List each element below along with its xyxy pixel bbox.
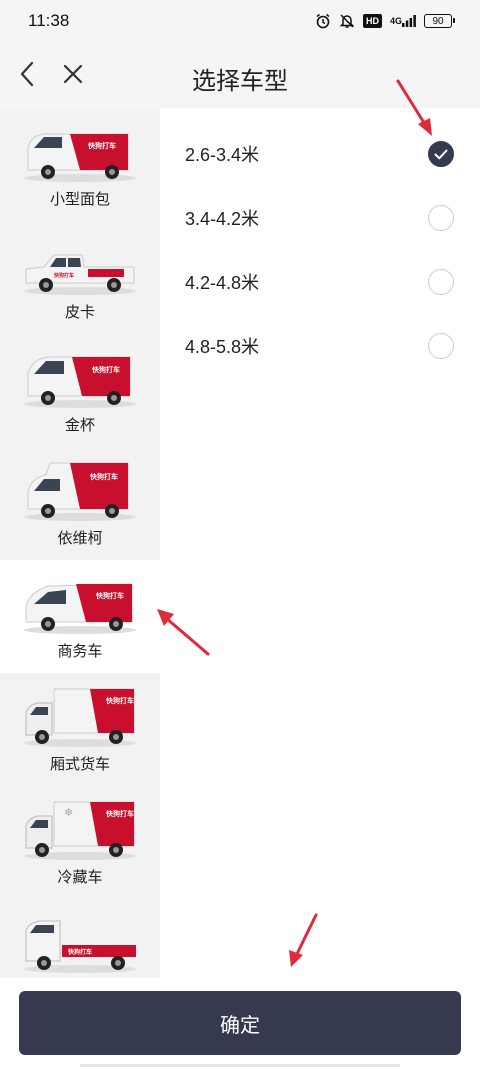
- vehicle-brand-text: 快狗打车: [92, 365, 120, 374]
- alarm-icon: [315, 13, 331, 29]
- high-roof-van-vehicle-image: 快狗打车: [24, 462, 136, 521]
- sidebar-item-van[interactable]: 快狗打车金杯: [0, 334, 160, 447]
- battery-level: 90: [432, 15, 444, 27]
- vehicle-brand-text: 快狗打车: [106, 809, 134, 818]
- nav-bar: 选择车型: [0, 42, 480, 108]
- sidebar-item-high-roof-van[interactable]: 快狗打车依维柯: [0, 447, 160, 560]
- sidebar-item-label: 商务车: [57, 642, 103, 660]
- flatbed-truck-vehicle-image: 快狗打车: [24, 920, 136, 973]
- sidebar-item-refrigerated-truck[interactable]: ❄ 快狗打车冷藏车: [0, 786, 160, 899]
- refrigerated-truck-vehicle-image: ❄ 快狗打车: [24, 801, 136, 860]
- option-label: 3.4-4.2米: [185, 209, 260, 229]
- radio-unchecked[interactable]: [428, 333, 454, 359]
- status-bar: 11:38 HD 4G 90: [0, 0, 480, 42]
- confirm-bar: 确定: [0, 978, 480, 1067]
- pickup-vehicle-image: 快狗打车: [24, 254, 136, 295]
- vehicle-brand-text: 快狗打车: [53, 272, 74, 279]
- length-option[interactable]: 2.6-3.4米: [160, 122, 480, 186]
- length-option[interactable]: 3.4-4.2米: [160, 186, 480, 250]
- length-option[interactable]: 4.2-4.8米: [160, 250, 480, 314]
- box-truck-vehicle-image: 快狗打车: [24, 688, 136, 747]
- sidebar-item-label: 依维柯: [57, 529, 103, 547]
- sidebar-item-label: 厢式货车: [49, 755, 110, 773]
- option-label: 4.8-5.8米: [185, 337, 260, 357]
- option-label: 2.6-3.4米: [185, 145, 260, 165]
- radio-unchecked[interactable]: [428, 205, 454, 231]
- radio-checked[interactable]: [428, 141, 454, 167]
- network-type: 4G: [389, 15, 402, 26]
- sidebar-item-label: 金杯: [64, 416, 95, 434]
- vehicle-brand-text: 快狗打车: [106, 696, 134, 705]
- sidebar-item-label: 冷藏车: [57, 868, 103, 886]
- status-time: 11:38: [28, 11, 70, 30]
- sidebar-item-box-truck[interactable]: 快狗打车厢式货车: [0, 673, 160, 786]
- page-title: 选择车型: [192, 67, 288, 95]
- vehicle-brand-text: 快狗打车: [96, 591, 124, 600]
- sidebar-item-flatbed-truck[interactable]: 快狗打车平板货车: [0, 899, 160, 978]
- sidebar-item-mini-van[interactable]: 快狗打车小型面包: [0, 108, 160, 221]
- mute-bell-icon: [339, 13, 355, 29]
- vehicle-brand-text: 快狗打车: [67, 948, 92, 956]
- sidebar-item-pickup[interactable]: 快狗打车皮卡: [0, 221, 160, 334]
- length-options: 2.6-3.4米 3.4-4.2米 4.2-4.8米 4.8-5.8米: [160, 108, 480, 978]
- sidebar-item-label: 皮卡: [64, 303, 95, 321]
- signal-icon: 4G: [390, 15, 416, 27]
- check-icon: [434, 149, 448, 159]
- mini-van-vehicle-image: 快狗打车: [24, 133, 136, 182]
- sidebar-item-business-van[interactable]: 快狗打车商务车: [0, 560, 160, 673]
- battery-icon: 90: [424, 14, 455, 28]
- vehicle-type-sidebar: 快狗打车 小型面包 快狗打车 皮卡 快狗打车 金杯 快狗打车 依维柯 快狗打车 商务车 快狗打车 厢式…: [0, 108, 160, 978]
- business-van-vehicle-image: 快狗打车: [24, 583, 136, 634]
- radio-unchecked[interactable]: [428, 269, 454, 295]
- snowflake-icon: ❄: [64, 806, 73, 819]
- app-screen: 11:38 HD 4G 90 选择车型 快狗打车 小型面包 快狗打车 皮卡 快狗打车 金杯…: [0, 0, 480, 1067]
- confirm-button[interactable]: 确定: [19, 991, 461, 1055]
- length-option[interactable]: 4.8-5.8米: [160, 314, 480, 378]
- van-vehicle-image: 快狗打车: [24, 356, 136, 408]
- hd-badge: HD: [362, 14, 382, 28]
- vehicle-brand-text: 快狗打车: [90, 472, 118, 481]
- sidebar-item-label: 小型面包: [49, 190, 110, 208]
- status-icons: HD 4G 90: [315, 13, 455, 29]
- option-label: 4.2-4.8米: [185, 273, 260, 293]
- vehicle-brand-text: 快狗打车: [88, 141, 116, 150]
